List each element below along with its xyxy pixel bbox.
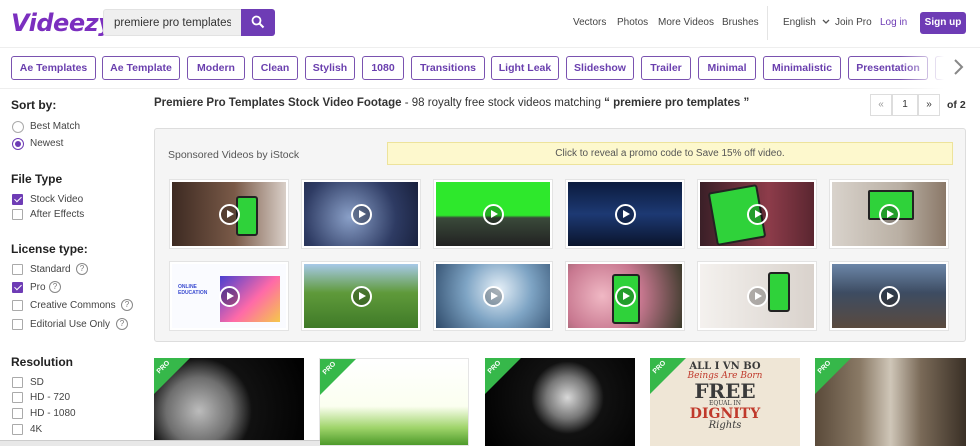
play-icon — [747, 286, 768, 307]
login-link[interactable]: Log in — [880, 17, 907, 28]
join-pro-link[interactable]: Join Pro — [835, 17, 872, 28]
phone-screen — [768, 272, 790, 312]
tag-bar-fade — [900, 49, 980, 89]
nav-photos[interactable]: Photos — [617, 17, 648, 28]
checkbox-icon — [12, 300, 23, 311]
tag-stylish[interactable]: Stylish — [305, 56, 355, 80]
promo-banner[interactable]: Click to reveal a promo code to Save 15%… — [387, 142, 953, 165]
pager-first[interactable]: « — [870, 94, 892, 116]
help-icon[interactable]: ? — [116, 318, 128, 330]
help-icon[interactable]: ? — [49, 281, 61, 293]
sponsored-thumb[interactable] — [302, 180, 420, 248]
tag-minimal[interactable]: Minimal — [698, 56, 756, 80]
language-selector[interactable]: English — [783, 17, 830, 28]
play-icon — [615, 204, 636, 225]
checkbox-checked-icon — [12, 194, 23, 205]
tag-modern[interactable]: Modern — [187, 56, 245, 80]
play-icon — [483, 286, 504, 307]
help-icon[interactable]: ? — [121, 299, 133, 311]
checkbox-icon — [12, 264, 23, 275]
play-icon — [879, 286, 900, 307]
pager-total: of 2 — [947, 99, 966, 111]
browser-status-bar — [0, 440, 320, 446]
pro-badge — [815, 358, 851, 396]
chevron-right-icon[interactable] — [952, 58, 964, 76]
pager-current[interactable]: 1 — [892, 94, 918, 116]
play-icon — [879, 204, 900, 225]
sponsored-thumb[interactable] — [830, 262, 948, 330]
filetype-heading: File Type — [11, 172, 63, 186]
result-card[interactable]: ALL I VN BO Beings Are Born FREE EQUAL I… — [650, 358, 800, 446]
pro-badge — [485, 358, 521, 396]
checkbox-icon — [12, 392, 23, 403]
education-label: ONLINE EDUCATION — [178, 284, 208, 296]
results-summary: - 98 royalty free stock videos matching — [401, 97, 605, 109]
result-card[interactable]: PRO — [815, 358, 966, 446]
radio-checked-icon — [12, 138, 24, 150]
chevron-down-icon — [822, 19, 830, 25]
play-icon — [219, 286, 240, 307]
result-card[interactable]: PRO — [154, 358, 304, 446]
play-icon — [219, 204, 240, 225]
signup-button[interactable]: Sign up — [920, 12, 966, 34]
radio-icon — [12, 121, 24, 133]
sponsored-thumb[interactable] — [566, 262, 684, 330]
help-icon[interactable]: ? — [76, 263, 88, 275]
sponsored-thumb[interactable]: ONLINE EDUCATION — [170, 262, 288, 330]
sponsored-thumb[interactable] — [302, 262, 420, 330]
play-icon — [615, 286, 636, 307]
nav-brushes[interactable]: Brushes — [722, 17, 759, 28]
tag-minimalistic[interactable]: Minimalistic — [763, 56, 841, 80]
tag-1080[interactable]: 1080 — [362, 56, 404, 80]
pro-badge — [650, 358, 686, 396]
play-icon — [747, 204, 768, 225]
result-card[interactable]: PRO — [319, 358, 469, 446]
sponsored-thumb[interactable] — [830, 180, 948, 248]
tag-ae-template[interactable]: Ae Template — [102, 56, 180, 80]
tag-light-leak[interactable]: Light Leak — [491, 56, 559, 80]
tag-ae-templates[interactable]: Ae Templates — [11, 56, 96, 80]
tag-trailer[interactable]: Trailer — [641, 56, 691, 80]
nav-more-videos[interactable]: More Videos — [658, 17, 714, 28]
nav-vectors[interactable]: Vectors — [573, 17, 606, 28]
pager-next[interactable]: » — [918, 94, 940, 116]
nav-divider — [767, 6, 768, 40]
sponsored-title: Sponsored Videos by iStock — [168, 149, 300, 161]
sponsored-thumb[interactable] — [434, 262, 552, 330]
tag-bar: Ae Templates Ae Template Modern Clean St… — [0, 47, 980, 89]
tag-clean[interactable]: Clean — [252, 56, 298, 80]
results-query: “ premiere pro templates ” — [604, 97, 750, 109]
sponsored-thumb[interactable] — [434, 180, 552, 248]
sponsored-thumb[interactable] — [698, 262, 816, 330]
results-title: Premiere Pro Templates Stock Video Foota… — [154, 97, 402, 109]
search-button[interactable] — [241, 9, 275, 36]
sponsored-panel: Sponsored Videos by iStock Click to reve… — [154, 128, 966, 342]
sponsored-thumb[interactable] — [566, 180, 684, 248]
license-heading: License type: — [11, 242, 88, 256]
checkbox-icon — [12, 377, 23, 388]
resolution-heading: Resolution — [11, 355, 73, 369]
checkbox-icon — [12, 408, 23, 419]
play-icon — [483, 204, 504, 225]
sort-heading: Sort by: — [11, 98, 57, 112]
checkbox-icon — [12, 424, 23, 435]
videezy-logo[interactable]: Videezy — [11, 9, 114, 37]
checkbox-icon — [12, 319, 23, 330]
checkbox-checked-icon — [12, 282, 23, 293]
result-card[interactable]: PRO — [485, 358, 635, 446]
site-header: Videezy Vectors Photos More Videos Brush… — [0, 0, 980, 46]
pro-badge — [154, 358, 190, 396]
sponsored-thumb[interactable] — [698, 180, 816, 248]
tag-transitions[interactable]: Transitions — [411, 56, 485, 80]
language-label: English — [783, 17, 816, 28]
search-icon — [251, 15, 265, 29]
results-heading: Premiere Pro Templates Stock Video Foota… — [154, 97, 749, 109]
play-icon — [351, 204, 372, 225]
tag-slideshow[interactable]: Slideshow — [566, 56, 634, 80]
sponsored-thumb[interactable] — [170, 180, 288, 248]
search-input[interactable] — [103, 9, 241, 36]
checkbox-icon — [12, 209, 23, 220]
play-icon — [351, 286, 372, 307]
